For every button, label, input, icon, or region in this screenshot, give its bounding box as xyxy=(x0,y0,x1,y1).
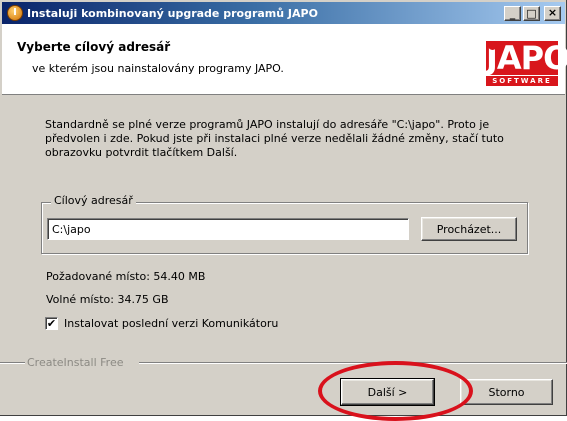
checkmark-icon: ✔ xyxy=(46,317,57,330)
target-path-input[interactable] xyxy=(47,218,409,240)
japo-logo: JAPO SOFTWARE xyxy=(486,41,567,87)
app-icon: I xyxy=(7,5,23,21)
installer-window: I Instaluji kombinovaný upgrade programů… xyxy=(0,0,567,421)
target-folder-legend: Cílový adresář xyxy=(51,194,136,207)
wizard-header: Vyberte cílový adresář ve kterém jsou na… xyxy=(2,24,567,95)
cancel-button[interactable]: Storno xyxy=(460,379,553,405)
install-communicator-label[interactable]: Instalovat poslední verzi Komunikátoru xyxy=(64,317,278,330)
required-space-text: Požadované místo: 54.40 MB xyxy=(46,270,206,283)
logo-subtitle: SOFTWARE xyxy=(486,76,558,86)
free-space-text: Volné místo: 34.75 GB xyxy=(46,293,169,306)
installer-brand: CreateInstall Free xyxy=(27,356,124,369)
close-button[interactable]: × xyxy=(544,5,561,21)
install-communicator-checkbox[interactable]: ✔ xyxy=(45,317,58,330)
page-title: Vyberte cílový adresář xyxy=(17,40,171,54)
page-subtitle: ve kterém jsou nainstalovány programy JA… xyxy=(32,62,284,75)
next-button[interactable]: Další > xyxy=(340,378,435,406)
window-title: Instaluji kombinovaný upgrade programů J… xyxy=(27,6,318,20)
title-bar[interactable]: I Instaluji kombinovaný upgrade programů… xyxy=(2,2,565,24)
instructions-text: Standardně se plné verze programů JAPO i… xyxy=(45,118,504,159)
footer-separator-left xyxy=(0,362,25,364)
browse-button[interactable]: Procházet... xyxy=(421,217,517,241)
maximize-button[interactable]: □ xyxy=(523,5,540,21)
footer-separator-right xyxy=(139,362,567,364)
minimize-button[interactable]: _ xyxy=(504,5,521,21)
logo-dot xyxy=(488,41,497,50)
